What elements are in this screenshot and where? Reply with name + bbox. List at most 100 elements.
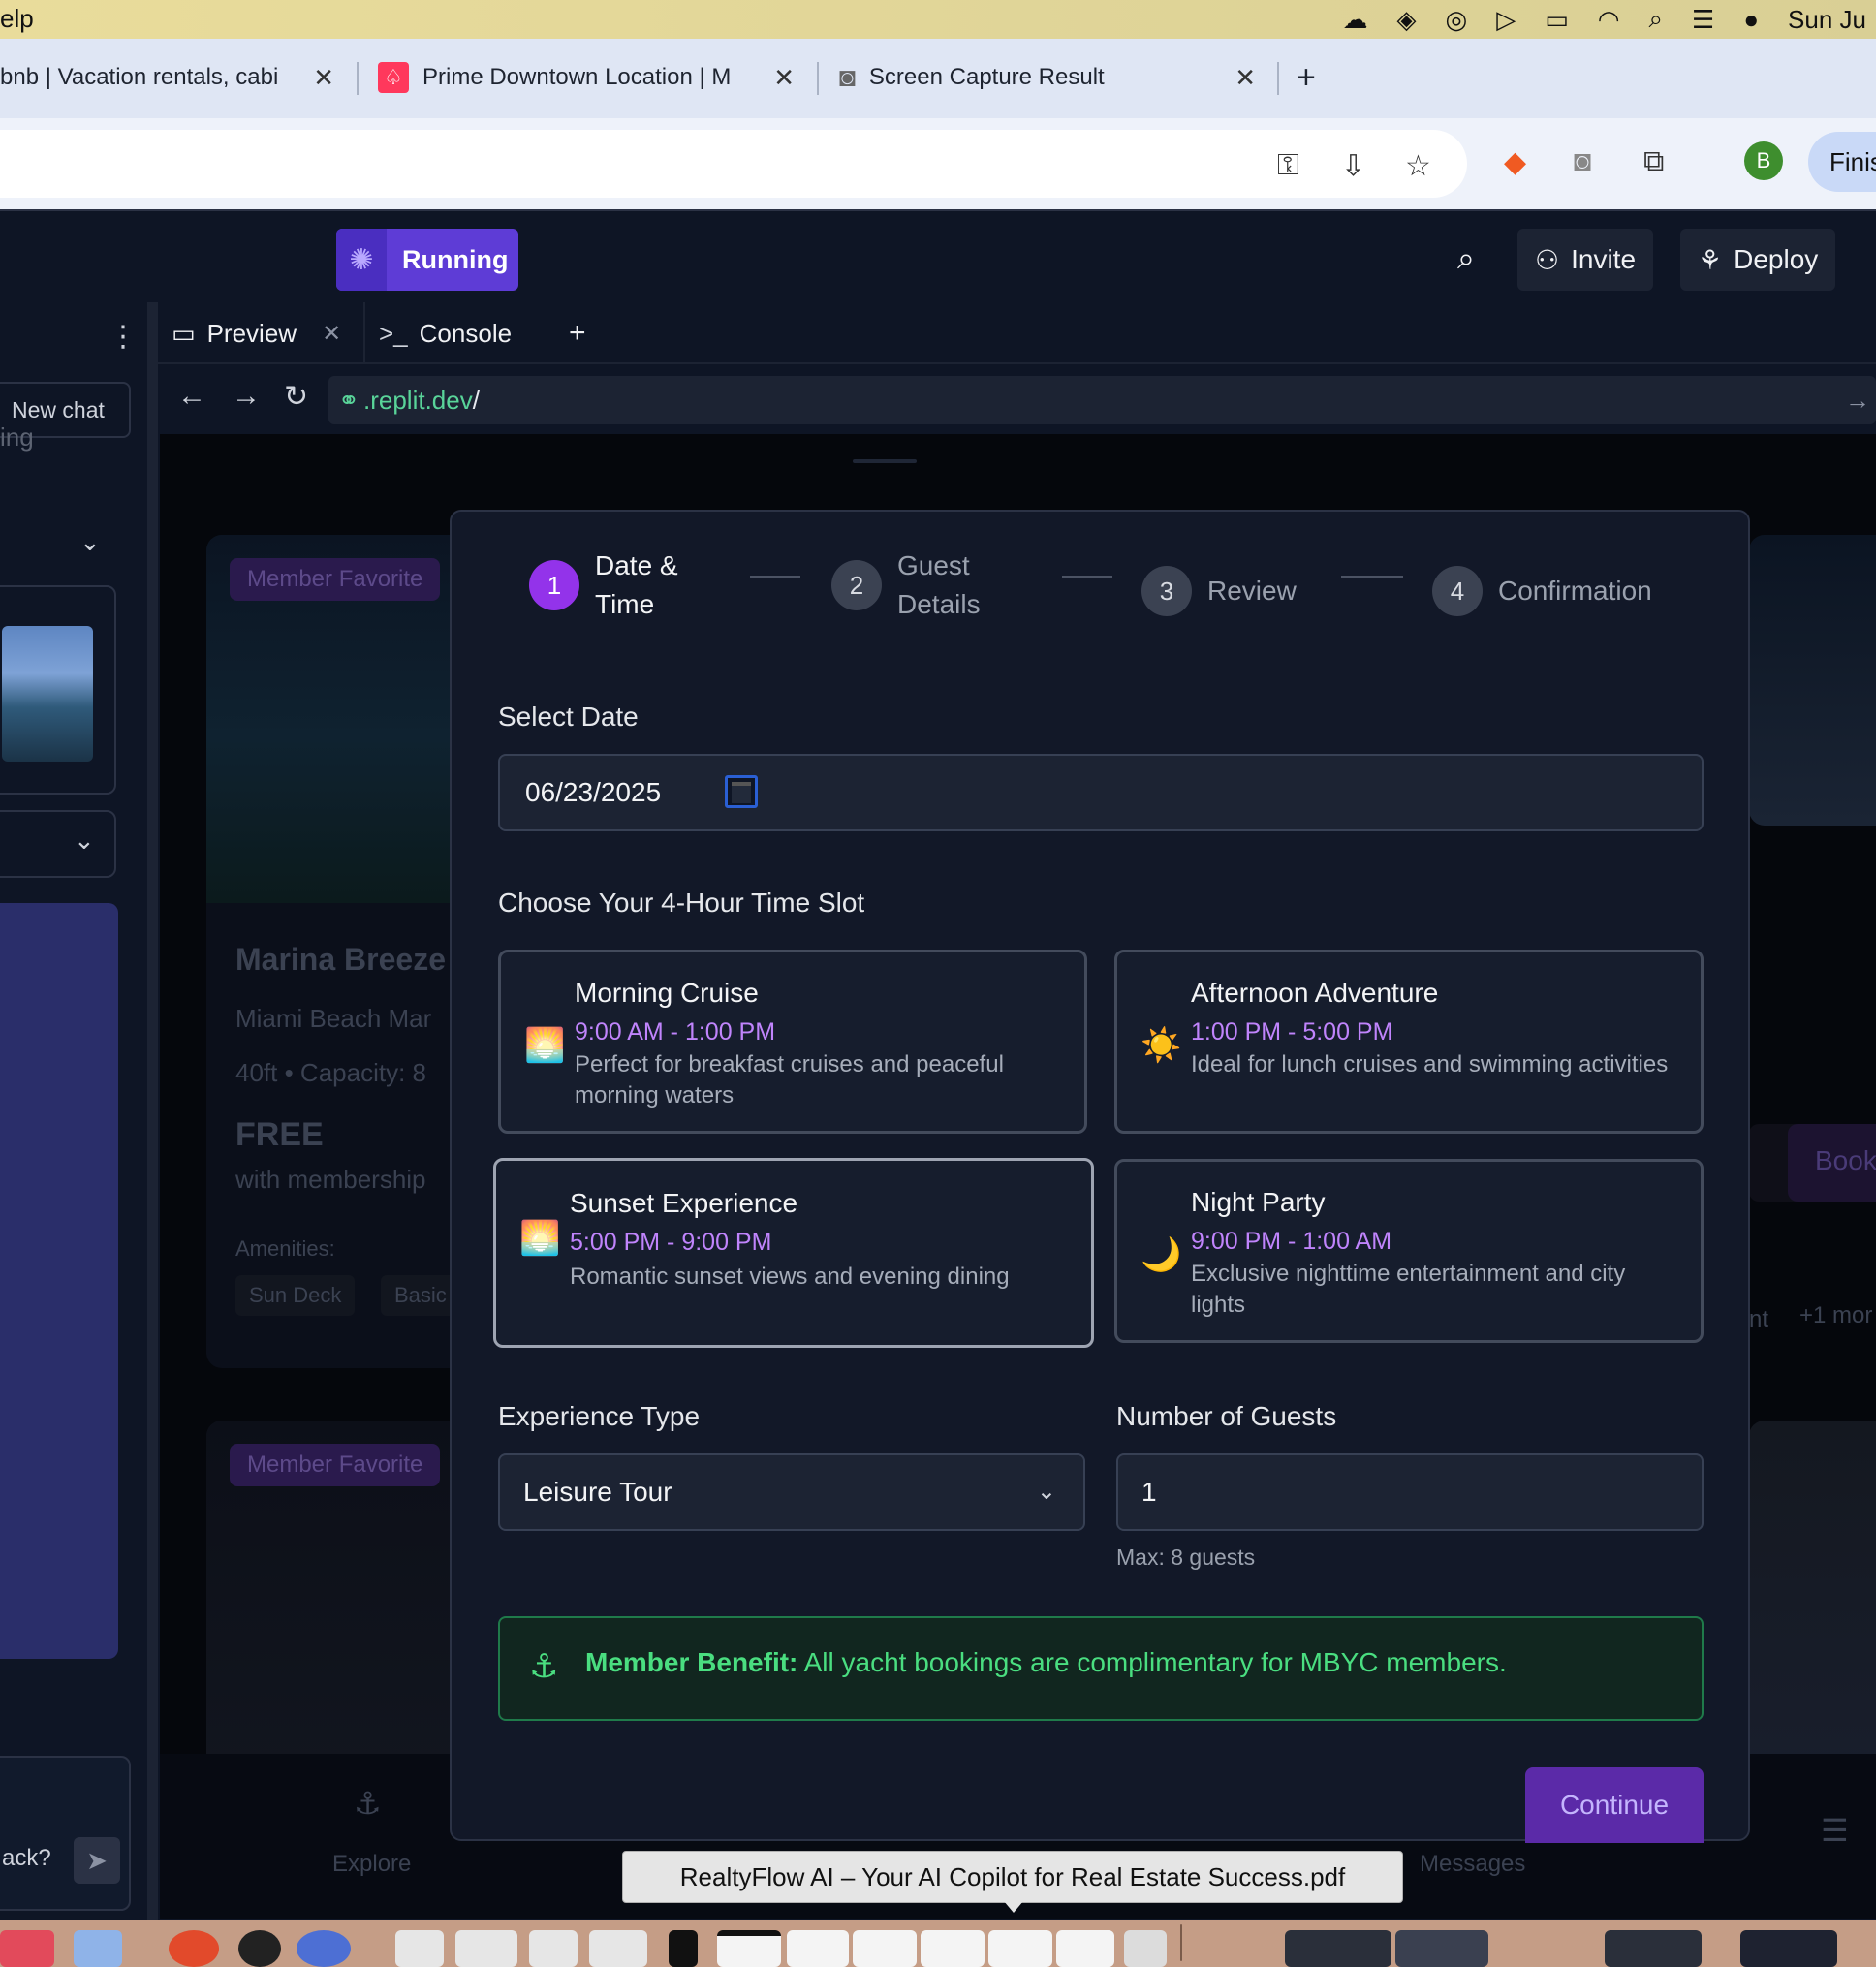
- finder-app-icon[interactable]: [74, 1930, 122, 1967]
- yacht-card-right[interactable]: [1749, 535, 1876, 826]
- trash-icon[interactable]: [1124, 1930, 1167, 1967]
- password-key-icon[interactable]: ⚿: [1277, 149, 1299, 182]
- close-tab-icon[interactable]: ✕: [313, 63, 334, 93]
- camera-extension-icon[interactable]: ◙: [1574, 145, 1591, 178]
- slot-title: Sunset Experience: [570, 1188, 798, 1218]
- slot-night-party[interactable]: 🌙 Night Party 9:00 PM - 1:00 AM Exclusiv…: [1114, 1159, 1704, 1343]
- book-button[interactable]: Book: [1788, 1124, 1876, 1202]
- reload-icon[interactable]: ↻: [284, 380, 308, 414]
- tab-console[interactable]: >_ Console: [363, 302, 528, 364]
- address-bar[interactable]: ⚿ ⇩ ☆: [0, 130, 1467, 198]
- document-thumbnail[interactable]: [717, 1930, 781, 1967]
- macos-menu-bar: elp ☁ ◈ ◎ ▷ ▭ ◠ ⌕ ☰ ● Sun Ju: [0, 0, 1876, 39]
- extension-fox-icon[interactable]: ◆: [1504, 145, 1526, 179]
- nav-explore[interactable]: Explore: [332, 1851, 411, 1878]
- chrome-app-icon[interactable]: [169, 1930, 219, 1967]
- chat-input[interactable]: ack?: [0, 1756, 131, 1911]
- experience-value: Leisure Tour: [523, 1477, 672, 1507]
- number-of-guests-label: Number of Guests: [1116, 1401, 1337, 1431]
- browser-tab-airbnb[interactable]: bnb | Vacation rentals, cabi ✕: [0, 50, 334, 105]
- continue-button[interactable]: Continue: [1525, 1767, 1704, 1843]
- chevron-down-icon[interactable]: ⌄: [79, 527, 101, 557]
- preview-url-field[interactable]: ⚭ .replit.dev/ →: [328, 376, 1876, 424]
- tab-preview[interactable]: ▭ Preview ✕: [172, 302, 341, 364]
- profile-avatar[interactable]: B: [1744, 141, 1783, 180]
- browser-tab-screen-capture[interactable]: ◙ Screen Capture Result ✕: [839, 50, 1256, 105]
- close-tab-icon[interactable]: ✕: [773, 63, 795, 93]
- menu-icon[interactable]: ☰: [1821, 1812, 1849, 1849]
- slot-sunset-experience[interactable]: 🌅 Sunset Experience 5:00 PM - 9:00 PM Ro…: [493, 1158, 1094, 1348]
- cloud-icon[interactable]: ☁: [1343, 5, 1368, 35]
- anchor-icon: ⚓: [529, 1648, 559, 1685]
- document-thumbnail[interactable]: [455, 1930, 517, 1967]
- guests-input[interactable]: 1: [1116, 1453, 1704, 1531]
- document-thumbnail[interactable]: [853, 1930, 917, 1967]
- document-thumbnail[interactable]: [589, 1930, 647, 1967]
- new-tab-button[interactable]: +: [1297, 50, 1316, 105]
- document-thumbnail[interactable]: [787, 1930, 849, 1967]
- window-thumbnail[interactable]: [1605, 1930, 1702, 1967]
- screenshot-card[interactable]: [0, 585, 116, 795]
- step-number: 1: [529, 560, 579, 610]
- siri-icon[interactable]: ●: [1743, 5, 1759, 35]
- document-thumbnail[interactable]: [1056, 1930, 1114, 1967]
- step-connector: [1062, 576, 1112, 578]
- experience-type-select[interactable]: Leisure Tour ⌄: [498, 1453, 1085, 1531]
- battery-icon[interactable]: ▭: [1545, 5, 1569, 35]
- run-button[interactable]: ✺ Running: [336, 229, 518, 291]
- document-thumbnail[interactable]: [921, 1930, 985, 1967]
- amenities-label: Amenities:: [235, 1236, 335, 1261]
- date-input[interactable]: 06/23/2025: [498, 754, 1704, 831]
- play-icon[interactable]: ▷: [1496, 5, 1516, 35]
- calendar-icon[interactable]: [725, 775, 758, 808]
- collapsed-section[interactable]: ⌄: [0, 810, 116, 878]
- step-label-line: Time: [595, 589, 655, 619]
- nav-messages[interactable]: Messages: [1420, 1851, 1525, 1878]
- window-thumbnail[interactable]: [1395, 1930, 1488, 1967]
- search-icon[interactable]: ⌕: [1457, 240, 1475, 277]
- step-connector: [1341, 576, 1403, 578]
- zoom-app-icon[interactable]: [297, 1930, 351, 1967]
- document-thumbnail[interactable]: [988, 1930, 1052, 1967]
- safari-app-icon[interactable]: [238, 1930, 281, 1967]
- slot-morning-cruise[interactable]: 🌅 Morning Cruise 9:00 AM - 1:00 PM Perfe…: [498, 950, 1087, 1134]
- bookmark-star-icon[interactable]: ☆: [1405, 149, 1431, 183]
- add-tab-icon[interactable]: +: [569, 302, 586, 364]
- vpn-icon[interactable]: ◈: [1397, 5, 1417, 35]
- forward-arrow-icon[interactable]: →: [232, 380, 261, 413]
- partial-amenity: nt: [1749, 1306, 1769, 1332]
- music-app-icon[interactable]: [0, 1930, 54, 1967]
- sidebar-resize-handle[interactable]: [147, 302, 158, 1920]
- close-icon[interactable]: ✕: [322, 320, 341, 348]
- search-icon[interactable]: ⌕: [1648, 4, 1663, 35]
- clock-text[interactable]: Sun Ju: [1788, 5, 1866, 35]
- install-app-icon[interactable]: ⇩: [1341, 149, 1365, 183]
- menu-help[interactable]: elp: [0, 4, 34, 34]
- tab-preview-label: Preview: [206, 318, 297, 348]
- document-thumbnail[interactable]: [669, 1930, 698, 1967]
- open-external-arrow-icon[interactable]: →: [1845, 376, 1870, 424]
- back-arrow-icon[interactable]: ←: [177, 380, 206, 413]
- extensions-puzzle-icon[interactable]: ⧉: [1643, 145, 1664, 178]
- send-icon[interactable]: ➤: [74, 1837, 120, 1884]
- wifi-icon[interactable]: ◠: [1598, 5, 1620, 35]
- close-tab-icon[interactable]: ✕: [1235, 63, 1256, 93]
- slot-description: Romantic sunset views and evening dining: [570, 1264, 1010, 1290]
- compass-icon[interactable]: ⚓: [354, 1785, 382, 1822]
- booking-modal: 1 Date & Time 2 Guest Details 3 Review 4…: [450, 510, 1750, 1843]
- control-center-icon[interactable]: ☰: [1692, 5, 1714, 35]
- more-options-icon[interactable]: ⋮: [109, 320, 138, 354]
- document-thumbnail[interactable]: [529, 1930, 578, 1967]
- creative-cloud-icon[interactable]: ◎: [1446, 5, 1468, 35]
- marina-thumbnail[interactable]: [2, 626, 93, 762]
- document-thumbnail[interactable]: [395, 1930, 444, 1967]
- chevron-down-icon[interactable]: ⌄: [74, 826, 95, 856]
- deploy-button[interactable]: ⚘ Deploy: [1680, 229, 1836, 291]
- window-thumbnail[interactable]: [1740, 1930, 1837, 1967]
- invite-button[interactable]: ⚇ Invite: [1517, 229, 1654, 291]
- window-thumbnail[interactable]: [1285, 1930, 1391, 1967]
- slot-afternoon-adventure[interactable]: ☀️ Afternoon Adventure 1:00 PM - 5:00 PM…: [1114, 950, 1704, 1134]
- step-connector: [750, 576, 800, 578]
- finish-update-button[interactable]: Finis: [1808, 132, 1876, 192]
- browser-tab-prime-downtown[interactable]: ♤ Prime Downtown Location | M ✕: [378, 50, 795, 105]
